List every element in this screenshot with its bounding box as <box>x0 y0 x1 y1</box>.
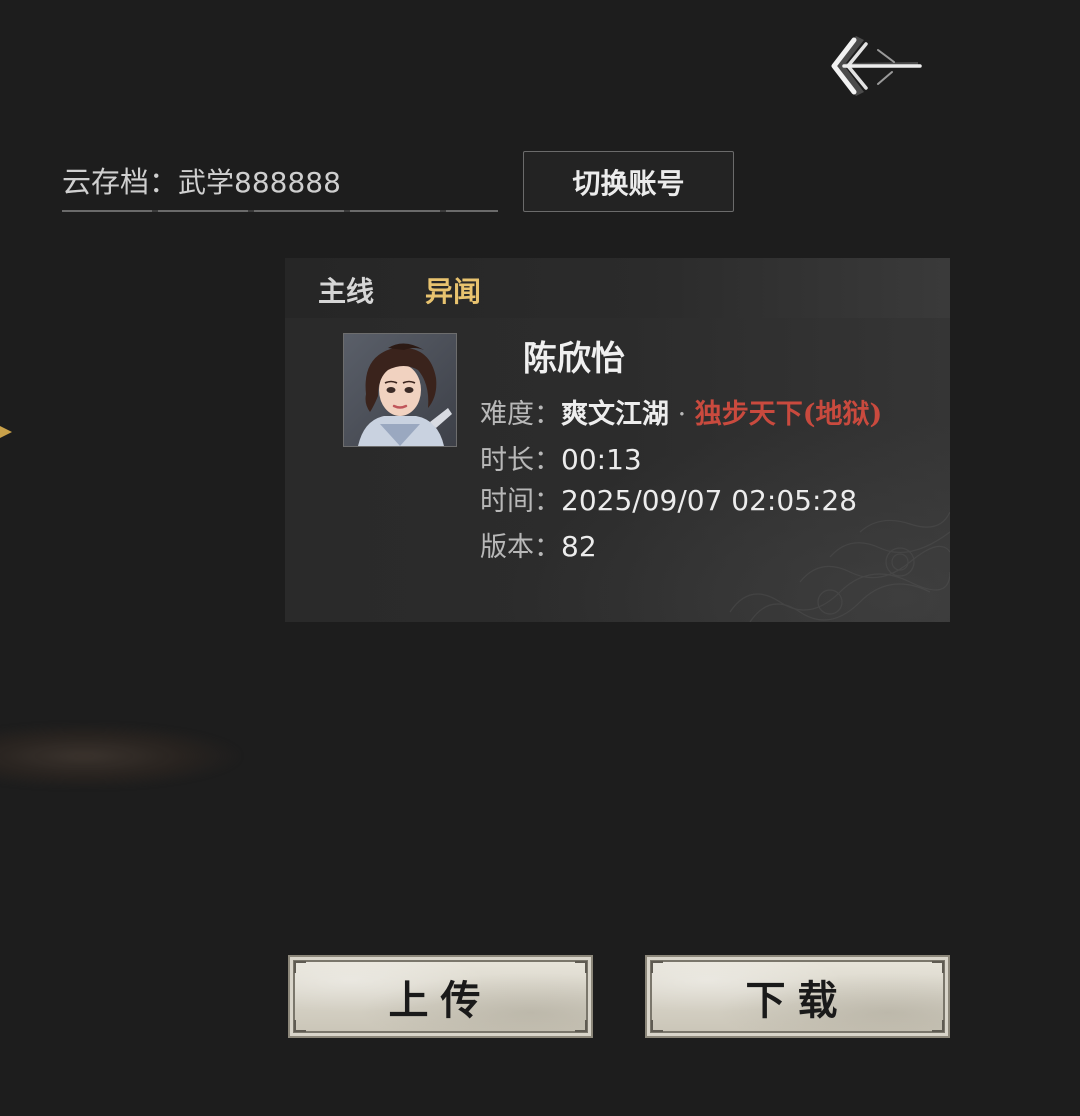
scroll-arrow-icon <box>0 426 12 438</box>
time-value: 2025/09/07 02:05:28 <box>561 484 858 517</box>
version-value: 82 <box>561 530 597 563</box>
version-row: 版本：82 <box>480 527 597 567</box>
time-label: 时间： <box>480 486 561 517</box>
character-name: 陈欣怡 <box>523 339 625 379</box>
corner-ornament <box>932 1020 944 1032</box>
decorative-brush-stroke <box>0 724 240 788</box>
corner-ornament <box>575 961 587 973</box>
tab-bar: 主线 异闻 <box>285 258 950 318</box>
difficulty-value: 爽文江湖 <box>561 399 669 430</box>
version-label: 版本： <box>480 532 561 563</box>
save-slot-panel: 主线 异闻 陈欣怡 难度：爽文江湖 · 独步天下(地狱) 时长：00:13 时间… <box>285 258 950 622</box>
download-button[interactable]: 下载 <box>645 955 950 1038</box>
duration-label: 时长： <box>480 445 561 476</box>
corner-ornament <box>575 1020 587 1032</box>
difficulty-separator: · <box>669 399 695 430</box>
corner-ornament <box>651 961 663 973</box>
duration-value: 00:13 <box>561 443 642 476</box>
download-label: 下载 <box>745 976 850 1024</box>
duration-row: 时长：00:13 <box>480 440 642 480</box>
upload-button[interactable]: 上传 <box>288 955 593 1038</box>
back-button[interactable] <box>822 28 926 104</box>
switch-account-button[interactable]: 切换账号 <box>523 151 734 212</box>
corner-ornament <box>294 1020 306 1032</box>
corner-ornament <box>932 961 944 973</box>
difficulty-hard-mode: 独步天下(地狱) <box>694 399 883 430</box>
cloud-save-screen: 云存档：武学888888 切换账号 主线 异闻 陈欣怡 难度：爽文江湖 · 独步… <box>0 0 1080 1116</box>
character-portrait <box>343 333 457 447</box>
cloud-save-label: 云存档：武学888888 <box>62 162 341 202</box>
tab-main-story[interactable]: 主线 <box>318 272 374 312</box>
cloud-save-underline <box>62 210 498 212</box>
difficulty-row: 难度：爽文江湖 · 独步天下(地狱) <box>480 395 882 435</box>
cloud-save-account: 武学888888 <box>178 166 341 199</box>
back-arrow-icon <box>831 36 922 96</box>
time-row: 时间：2025/09/07 02:05:28 <box>480 481 857 521</box>
difficulty-label: 难度： <box>480 399 561 430</box>
corner-ornament <box>651 1020 663 1032</box>
upload-label: 上传 <box>388 976 493 1024</box>
tab-side-story[interactable]: 异闻 <box>425 272 481 312</box>
corner-ornament <box>294 961 306 973</box>
cloud-save-prefix: 云存档： <box>62 165 179 199</box>
